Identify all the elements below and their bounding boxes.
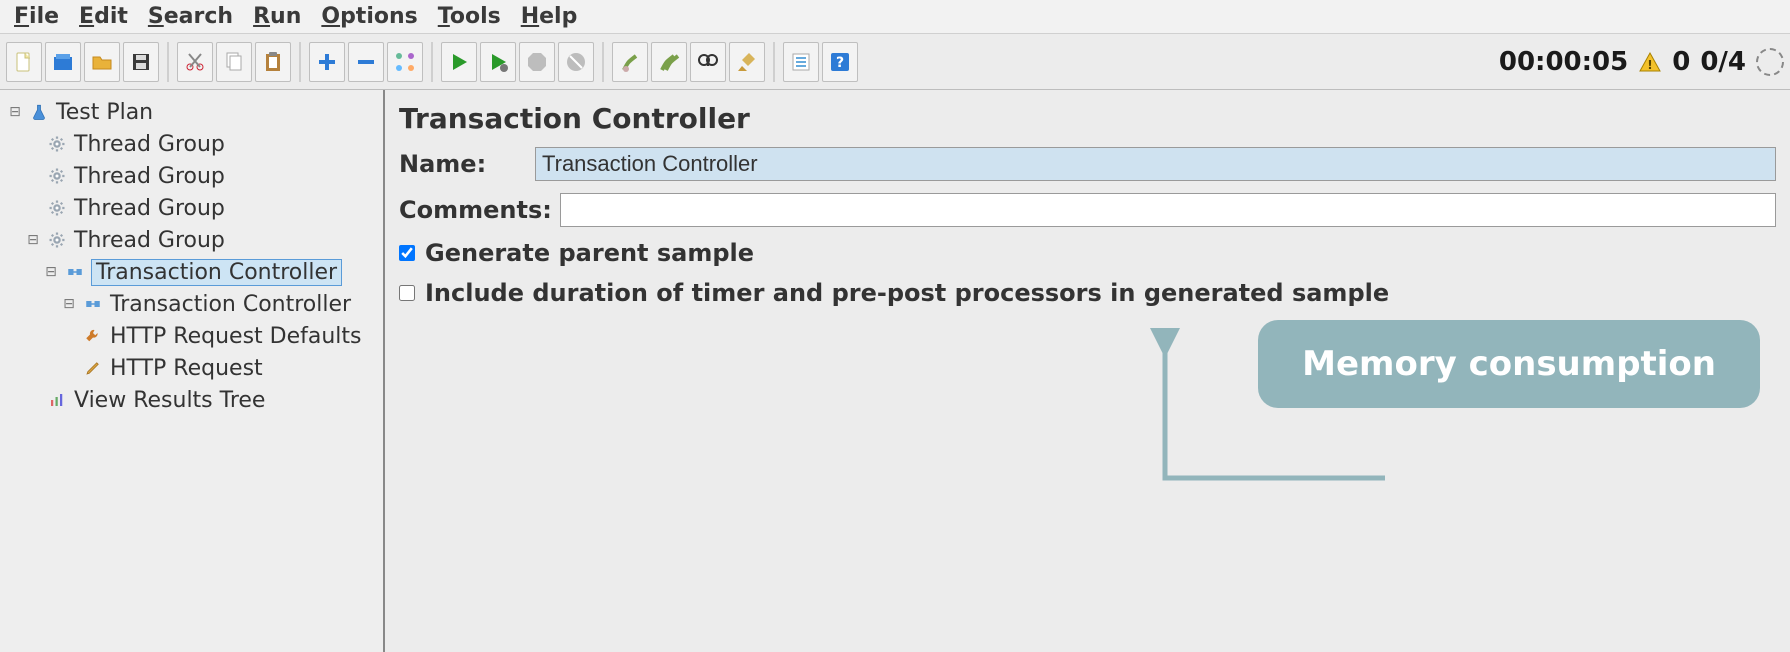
- gear-icon: [46, 165, 68, 187]
- tree-node[interactable]: HTTP Request: [8, 352, 379, 384]
- tasks-icon[interactable]: [783, 42, 819, 82]
- generate-parent-sample-label: Generate parent sample: [425, 239, 754, 267]
- menu-tools[interactable]: Tools: [430, 2, 509, 31]
- thread-count: 0/4: [1700, 47, 1746, 77]
- include-duration-label: Include duration of timer and pre-post p…: [425, 279, 1389, 307]
- tree-twisty-icon[interactable]: ⊟: [62, 296, 76, 312]
- tree-node[interactable]: ⊟ Transaction Controller: [8, 256, 379, 288]
- open-button[interactable]: [84, 42, 120, 82]
- cut-button[interactable]: [177, 42, 213, 82]
- menu-search[interactable]: Search: [140, 2, 241, 31]
- menu-options[interactable]: Options: [313, 2, 425, 31]
- tree-node-label: Thread Group: [74, 196, 225, 221]
- remove-button[interactable]: [348, 42, 384, 82]
- include-duration-checkbox[interactable]: [399, 285, 415, 301]
- tree-node[interactable]: ⊟ Test Plan: [8, 96, 379, 128]
- find-button[interactable]: [690, 42, 726, 82]
- tree-node[interactable]: Thread Group: [8, 160, 379, 192]
- comments-input[interactable]: [560, 193, 1776, 227]
- elapsed-time: 00:00:05: [1499, 47, 1628, 77]
- tree-node[interactable]: View Results Tree: [8, 384, 379, 416]
- status-bar: 00:00:05 ! 0 0/4: [1499, 47, 1784, 77]
- tree-node-label: Transaction Controller: [110, 292, 351, 317]
- help-button[interactable]: ?: [822, 42, 858, 82]
- menu-edit[interactable]: Edit: [71, 2, 136, 31]
- tree-node-label: Thread Group: [74, 132, 225, 157]
- name-label: Name:: [399, 150, 527, 178]
- tree-node-label: Transaction Controller: [92, 260, 341, 285]
- stop-button[interactable]: [519, 42, 555, 82]
- wand-icon[interactable]: [387, 42, 423, 82]
- flask-icon: [28, 101, 50, 123]
- svg-text:!: !: [1647, 58, 1652, 72]
- tree-node-label: Thread Group: [74, 164, 225, 189]
- tree-twisty-icon[interactable]: ⊟: [26, 232, 40, 248]
- chart-icon: [46, 389, 68, 411]
- tree-node-label: HTTP Request Defaults: [110, 324, 362, 349]
- tree-node[interactable]: Thread Group: [8, 192, 379, 224]
- callout-text: Memory consumption: [1302, 344, 1716, 384]
- tree-node-label: HTTP Request: [110, 356, 263, 381]
- generate-parent-sample-checkbox[interactable]: [399, 245, 415, 261]
- tree-node[interactable]: HTTP Request Defaults: [8, 320, 379, 352]
- clear-all-button[interactable]: [651, 42, 687, 82]
- callout-bubble: Memory consumption: [1258, 320, 1760, 408]
- panel-heading: Transaction Controller: [399, 102, 1776, 135]
- start-no-pause-button[interactable]: [480, 42, 516, 82]
- error-count: 0: [1672, 47, 1690, 77]
- name-input[interactable]: [535, 147, 1776, 181]
- paste-button[interactable]: [255, 42, 291, 82]
- gear-icon: [46, 229, 68, 251]
- controller-icon: [64, 261, 86, 283]
- tree-node[interactable]: ⊟ Transaction Controller: [8, 288, 379, 320]
- start-button[interactable]: [441, 42, 477, 82]
- tree-node-label: Test Plan: [56, 100, 153, 125]
- menubar: File Edit Search Run Options Tools Help: [0, 0, 1790, 34]
- new-file-button[interactable]: [6, 42, 42, 82]
- editor-panel: Transaction Controller Name: Comments: G…: [385, 90, 1790, 652]
- add-button[interactable]: [309, 42, 345, 82]
- wrench-icon: [82, 325, 104, 347]
- menu-run[interactable]: Run: [245, 2, 309, 31]
- tree-twisty-icon[interactable]: ⊟: [44, 264, 58, 280]
- menu-file[interactable]: File: [6, 2, 67, 31]
- copy-button[interactable]: [216, 42, 252, 82]
- comments-label: Comments:: [399, 196, 552, 224]
- pencil-icon: [82, 357, 104, 379]
- save-button[interactable]: [123, 42, 159, 82]
- menu-help[interactable]: Help: [513, 2, 586, 31]
- tree-node-label: View Results Tree: [74, 388, 265, 413]
- warning-icon: !: [1638, 50, 1662, 74]
- tree-node[interactable]: ⊟ Thread Group: [8, 224, 379, 256]
- tree-node[interactable]: Thread Group: [8, 128, 379, 160]
- gauge-icon: [1756, 48, 1784, 76]
- workspace: ⊟ Test Plan Thread Group Thread Group Thread…: [0, 90, 1790, 652]
- broom-icon[interactable]: [729, 42, 765, 82]
- gear-icon: [46, 197, 68, 219]
- svg-text:?: ?: [836, 55, 844, 71]
- gear-icon: [46, 133, 68, 155]
- shutdown-button[interactable]: [558, 42, 594, 82]
- tree-twisty-icon[interactable]: ⊟: [8, 104, 22, 120]
- test-plan-tree[interactable]: ⊟ Test Plan Thread Group Thread Group Thread…: [0, 90, 385, 652]
- templates-button[interactable]: [45, 42, 81, 82]
- clear-button[interactable]: [612, 42, 648, 82]
- tree-node-label: Thread Group: [74, 228, 225, 253]
- controller-icon: [82, 293, 104, 315]
- toolbar: ? 00:00:05 ! 0 0/4: [0, 34, 1790, 90]
